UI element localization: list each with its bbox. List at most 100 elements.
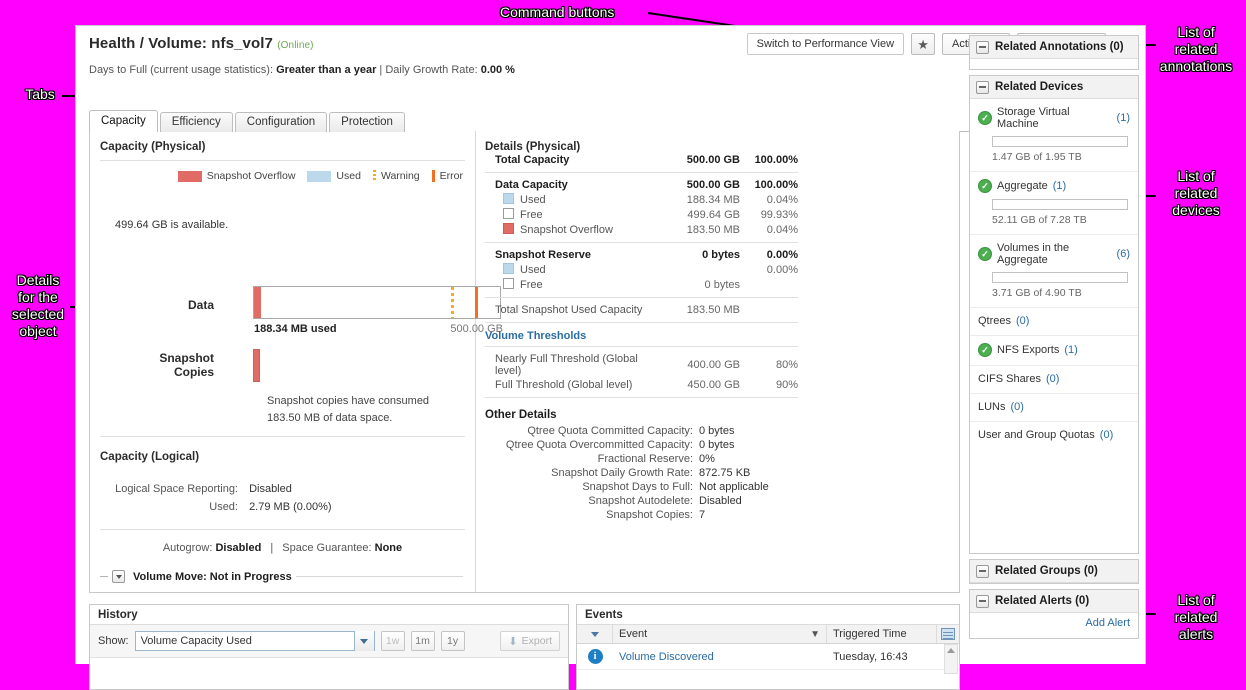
related-device-qtrees[interactable]: Qtrees (0): [970, 308, 1138, 336]
snapshot-overflow-pct: 0.04%: [766, 223, 798, 236]
info-icon: i: [587, 649, 603, 664]
subline-separator: |: [379, 64, 383, 76]
export-button[interactable]: ⬇ Export: [500, 631, 560, 651]
table-row: Total Capacity 500.00 GB 100.00%: [485, 153, 798, 167]
legend-label-warning: Warning: [380, 170, 420, 182]
tab-protection[interactable]: Protection: [329, 112, 405, 132]
table-row[interactable]: i Volume Discovered Tuesday, 16:43: [577, 644, 959, 670]
snapshot-note-line1: Snapshot copies have consumed: [267, 395, 430, 407]
collapse-icon[interactable]: [976, 40, 989, 54]
table-row: Snapshot Autodelete: Disabled: [485, 494, 769, 508]
volume-move-section[interactable]: Volume Move: Not in Progress: [100, 570, 463, 583]
related-device-volumes-in-aggregate[interactable]: ✓ Volumes in the Aggregate (6) 3.71 GB o…: [970, 235, 1138, 308]
device-title: ✓ Volumes in the Aggregate (6): [978, 242, 1130, 266]
related-devices-body: ✓ Storage Virtual Machine (1) 1.47 GB of…: [970, 99, 1138, 449]
related-device-aggregate[interactable]: ✓ Aggregate (1) 52.11 GB of 7.28 TB: [970, 172, 1138, 235]
chevron-down-icon[interactable]: [353, 631, 374, 651]
nearly-full-threshold-value: 400.00 GB: [687, 359, 740, 371]
event-name-link[interactable]: Volume Discovered: [613, 651, 827, 663]
related-device-cifs-shares[interactable]: CIFS Shares (0): [970, 366, 1138, 394]
legend-label-snapshot-overflow: Snapshot Overflow: [206, 170, 296, 182]
star-icon: ★: [917, 36, 929, 52]
device-name: Qtrees: [978, 315, 1012, 327]
related-devices-card: Related Devices ✓ Storage Virtual Machin…: [969, 75, 1139, 554]
reserve-free-value: 0 bytes: [704, 278, 740, 291]
snapshot-note-line2: 183.50 MB of data space.: [267, 412, 393, 424]
qtree-overcommitted-label: Qtree Quota Overcommitted Capacity:: [505, 439, 693, 451]
history-controls: Show: Volume Capacity Used 1w 1m 1y ⬇ Ex…: [90, 625, 568, 658]
history-metric-select[interactable]: Volume Capacity Used: [134, 631, 375, 651]
data-free-label: Free: [520, 209, 543, 221]
annotation-details-object: Details for the selected object: [11, 272, 65, 339]
collapse-icon[interactable]: [976, 564, 989, 578]
annotation-tabs: Tabs: [25, 86, 55, 102]
events-column-event[interactable]: Event ▼: [613, 625, 827, 643]
events-column-time[interactable]: Triggered Time: [827, 625, 937, 643]
reserve-used-pct: 0.00%: [766, 263, 798, 276]
annotation-related-devices: List of related devices: [1172, 168, 1220, 218]
related-device-luns[interactable]: LUNs (0): [970, 394, 1138, 422]
device-usage-meter: [992, 136, 1128, 147]
total-capacity-value: 500.00 GB: [686, 154, 740, 166]
device-name: CIFS Shares: [978, 373, 1041, 385]
history-metric-value: Volume Capacity Used: [140, 635, 252, 647]
data-bar-total-text: 500.00 GB: [450, 323, 503, 335]
tab-capacity[interactable]: Capacity: [89, 110, 158, 132]
full-threshold-value: 450.00 GB: [687, 379, 740, 391]
range-1y-button[interactable]: 1y: [440, 631, 465, 651]
related-alerts-header[interactable]: Related Alerts (0): [970, 590, 1138, 613]
status-ok-icon: ✓: [978, 343, 992, 357]
device-title: Qtrees (0): [978, 315, 1130, 327]
details-snapshot-reserve-table: Snapshot Reserve 0 bytes 0.00% Used 0.00…: [485, 248, 798, 292]
logical-space-reporting-label: Logical Space Reporting:: [115, 483, 238, 495]
data-capacity-bar: [253, 286, 501, 319]
legend-swatch-used: [307, 170, 332, 182]
reserve-used-label: Used: [520, 264, 546, 276]
related-device-storage-virtual-machine[interactable]: ✓ Storage Virtual Machine (1) 1.47 GB of…: [970, 99, 1138, 172]
tab-efficiency[interactable]: Efficiency: [159, 112, 233, 132]
autogrow-divider: |: [270, 542, 274, 554]
tab-configuration[interactable]: Configuration: [234, 112, 328, 132]
data-used-value: 188.34 MB: [686, 193, 740, 206]
qtree-overcommitted-value: 0 bytes: [699, 439, 735, 451]
column-chooser-icon: [941, 628, 955, 640]
events-column-picker[interactable]: [937, 628, 959, 640]
events-sort-toggle[interactable]: [577, 625, 613, 643]
device-title: User and Group Quotas (0): [978, 429, 1130, 441]
related-device-nfs-exports[interactable]: ✓ NFS Exports (1): [970, 336, 1138, 366]
range-1m-button[interactable]: 1m: [410, 631, 435, 651]
events-scroll-up[interactable]: [944, 644, 958, 674]
related-groups-header[interactable]: Related Groups (0): [970, 560, 1138, 583]
table-row: Snapshot Overflow 183.50 MB 0.04%: [485, 222, 798, 237]
device-title: ✓ Aggregate (1): [978, 179, 1130, 193]
snapshot-copies-link[interactable]: 7: [699, 508, 769, 522]
volume-move-toggle[interactable]: [112, 570, 125, 583]
snapshot-note: Snapshot copies have consumed 183.50 MB …: [267, 393, 429, 427]
legend-swatch-warning: [372, 170, 376, 182]
table-row: Used 0.00%: [485, 262, 798, 277]
add-alert-link[interactable]: Add Alert: [1085, 617, 1130, 629]
device-name: Aggregate: [997, 180, 1048, 192]
annotation-related-alerts: List of related alerts: [1174, 592, 1218, 642]
collapse-icon[interactable]: [976, 594, 989, 608]
device-count: (1): [1064, 344, 1078, 356]
related-annotations-header[interactable]: Related Annotations (0): [970, 36, 1138, 59]
favorite-star-button[interactable]: ★: [911, 33, 936, 55]
related-device-user-group-quotas[interactable]: User and Group Quotas (0): [970, 422, 1138, 449]
days-to-full-line: Days to Full (current usage statistics):…: [89, 64, 515, 76]
filter-icon[interactable]: ▼: [810, 629, 820, 640]
fractional-reserve-label: Fractional Reserve:: [597, 453, 693, 465]
range-1w-button[interactable]: 1w: [380, 631, 405, 651]
related-devices-header[interactable]: Related Devices: [970, 76, 1138, 99]
device-title: ✓ Storage Virtual Machine (1): [978, 106, 1130, 130]
device-count: (1): [1116, 112, 1130, 124]
details-data-capacity-table: Data Capacity 500.00 GB 100.00% Used 188…: [485, 178, 798, 237]
divider: [100, 529, 465, 530]
collapse-icon[interactable]: [976, 80, 989, 94]
device-name: LUNs: [978, 401, 1006, 413]
device-count: (1): [1052, 180, 1067, 192]
export-label: Export: [521, 635, 552, 647]
related-rail: Related Annotations (0) Related Devices …: [969, 35, 1139, 644]
switch-to-performance-view-button[interactable]: Switch to Performance View: [746, 33, 905, 55]
logical-space-reporting-row: Logical Space Reporting: Disabled: [90, 483, 292, 495]
